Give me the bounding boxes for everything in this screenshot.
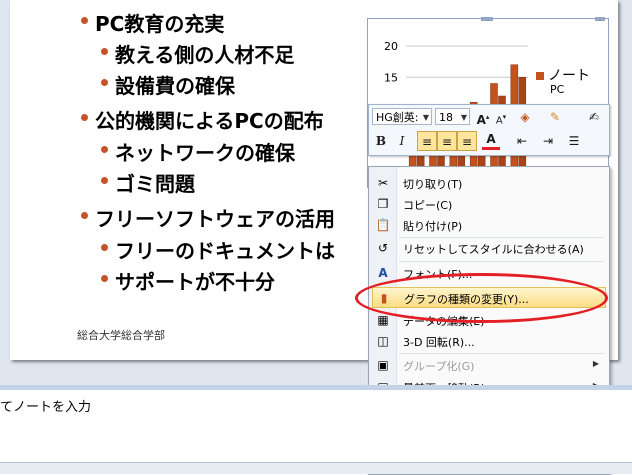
- menu-item[interactable]: ✂ 切り取り(T): [369, 173, 609, 194]
- chevron-down-icon[interactable]: ▼: [423, 109, 429, 126]
- shrink-font-label: A: [495, 115, 503, 127]
- align-right-button[interactable]: ≡: [457, 131, 477, 151]
- bullet-text[interactable]: ゴミ問題: [115, 168, 195, 197]
- bullet-dot: [101, 79, 108, 86]
- shrink-font-button[interactable]: A▾: [493, 107, 509, 127]
- y-tick-label: 15: [384, 71, 398, 84]
- menu-separator: [399, 261, 604, 262]
- bullet-dot: [101, 244, 108, 251]
- menu-separator: [399, 237, 604, 238]
- font-size-value: 18: [439, 111, 453, 124]
- font-name-value: HG創英:: [376, 111, 419, 124]
- chevron-down-icon[interactable]: ▼: [461, 109, 467, 126]
- chart-plot: 20151050: [384, 40, 528, 178]
- bullet-dot: [101, 146, 108, 153]
- bullet-text[interactable]: フリーのドキュメントは: [115, 235, 335, 264]
- 3d-rotation-icon: ◫: [377, 334, 389, 348]
- menu-item-label: コピー(C): [403, 199, 453, 212]
- bullet-text[interactable]: PC教育の充実: [95, 8, 224, 37]
- fill-color-icon[interactable]: ◈: [515, 107, 535, 127]
- reset-style-icon: ↺: [377, 241, 389, 255]
- bullet-text[interactable]: ネットワークの確保: [115, 137, 295, 166]
- group-icon: ▣: [377, 358, 389, 372]
- legend-sub: PC: [550, 83, 565, 96]
- menu-item-label: 切り取り(T): [403, 178, 463, 191]
- grow-font-label: A: [476, 113, 486, 127]
- align-left-button[interactable]: ≡: [417, 131, 437, 151]
- bullet-dot: [101, 275, 108, 282]
- menu-item[interactable]: ❐ コピー(C): [369, 194, 609, 215]
- align-center-button[interactable]: ≡: [437, 131, 457, 151]
- bullet-dot: [81, 114, 88, 121]
- edit-data-icon: ▦: [377, 313, 389, 327]
- y-tick-label: 20: [384, 40, 398, 53]
- bullet-dot: [81, 17, 88, 24]
- copy-icon: ❐: [377, 197, 389, 211]
- legend-label: ノート: [548, 68, 590, 84]
- menu-item-label: 貼り付け(P): [403, 220, 463, 233]
- italic-button[interactable]: I: [393, 131, 411, 151]
- bullet-text[interactable]: フリーソフトウェアの活用: [95, 203, 335, 232]
- menu-item[interactable]: ↺ リセットしてスタイルに合わせる(A): [369, 238, 609, 259]
- decrease-indent-icon[interactable]: ⇤: [513, 131, 531, 151]
- font-size-box[interactable]: 18 ▼: [435, 108, 470, 125]
- increase-indent-icon[interactable]: ⇥: [539, 131, 557, 151]
- legend-entry: ノート: [536, 65, 590, 85]
- bold-button[interactable]: B: [372, 131, 390, 151]
- bullet-text[interactable]: 教える側の人材不足: [115, 39, 294, 68]
- chart-area[interactable]: 20151050 ノート PC イブ PC: [367, 17, 609, 188]
- bullet-dot: [101, 177, 108, 184]
- notes-placeholder[interactable]: てノートを入力: [0, 396, 91, 415]
- font-icon: A: [378, 266, 388, 280]
- bullet-text[interactable]: 公的機関によるPCの配布: [95, 105, 324, 134]
- menu-item[interactable]: ◫ 3-D 回転(R)...: [369, 331, 609, 352]
- mini-toolbar: HG創英: ▼ 18 ▼ A▴ A▾ ◈ ✎ ✍ B I ≡ ≡ ≡ A ⇤ ⇥…: [368, 104, 610, 156]
- annotation-ellipse: [355, 273, 608, 323]
- bullets-icon[interactable]: ☰: [565, 131, 583, 151]
- font-name-box[interactable]: HG創英: ▼: [372, 108, 432, 125]
- format-painter-icon[interactable]: ✍: [585, 107, 603, 127]
- legend-swatch: [536, 72, 544, 80]
- bullet-text[interactable]: サポートが不十分: [115, 266, 275, 295]
- bullet-dot: [81, 212, 88, 219]
- menu-item: ▣ グループ化(G) ▶: [369, 355, 609, 376]
- bullet-dot: [101, 48, 108, 55]
- slide-footer: 総合大学総合学部: [77, 329, 165, 342]
- menu-item-label: リセットしてスタイルに合わせる(A): [403, 243, 584, 256]
- menu-item[interactable]: 📋 貼り付け(P): [369, 215, 609, 236]
- grow-font-button[interactable]: A▴: [475, 107, 491, 127]
- menu-separator: [399, 353, 604, 354]
- font-color-button[interactable]: A: [482, 131, 500, 150]
- paste-icon: 📋: [375, 218, 391, 232]
- notes-pane[interactable]: てノートを入力: [0, 390, 632, 473]
- bullet-text[interactable]: 設備費の確保: [115, 70, 235, 99]
- horizontal-scrollbar[interactable]: [0, 462, 632, 474]
- line-color-icon[interactable]: ✎: [545, 107, 565, 127]
- menu-item-label: グループ化(G): [403, 360, 475, 373]
- submenu-arrow-icon: ▶: [592, 359, 599, 368]
- menu-item-label: 3-D 回転(R)...: [403, 336, 475, 349]
- scissors-icon: ✂: [377, 176, 389, 190]
